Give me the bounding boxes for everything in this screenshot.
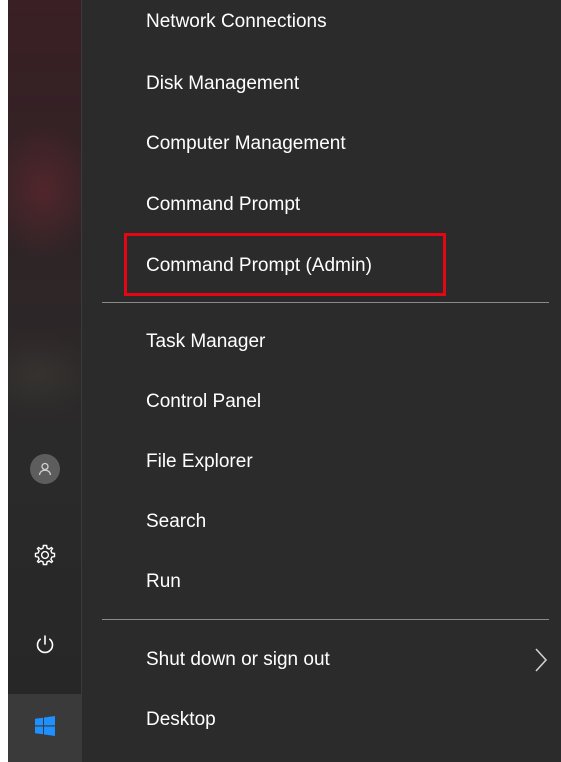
background-blur — [8, 330, 81, 420]
highlight-box — [124, 233, 446, 296]
context-menu-window: Network Connections Disk Management Comp… — [8, 0, 561, 762]
menu-separator — [102, 619, 549, 620]
menu-item-shut-down-or-sign-out[interactable]: Shut down or sign out — [146, 648, 330, 672]
menu-separator — [102, 302, 549, 303]
settings-gear-icon — [33, 543, 57, 572]
background-blur — [8, 120, 81, 260]
user-icon — [29, 454, 60, 484]
chevron-right-icon — [532, 646, 550, 674]
menu-item-search[interactable]: Search — [146, 510, 206, 534]
settings-button[interactable] — [8, 540, 81, 574]
menu-item-command-prompt[interactable]: Command Prompt — [146, 193, 300, 217]
menu-item-network-connections[interactable]: Network Connections — [146, 10, 327, 34]
power-button[interactable] — [8, 630, 81, 664]
menu-item-task-manager[interactable]: Task Manager — [146, 330, 265, 354]
menu-item-file-explorer[interactable]: File Explorer — [146, 450, 253, 474]
menu-item-computer-management[interactable]: Computer Management — [146, 132, 346, 156]
menu-item-run[interactable]: Run — [146, 570, 181, 594]
user-account-button[interactable] — [8, 452, 81, 486]
sidebar-divider — [81, 0, 82, 762]
windows-logo-icon — [34, 715, 55, 741]
power-icon — [34, 634, 56, 661]
menu-item-control-panel[interactable]: Control Panel — [146, 390, 261, 414]
start-button[interactable] — [8, 694, 81, 762]
start-sidebar — [8, 0, 81, 762]
menu-item-disk-management[interactable]: Disk Management — [146, 72, 299, 96]
menu-item-desktop[interactable]: Desktop — [146, 708, 216, 732]
